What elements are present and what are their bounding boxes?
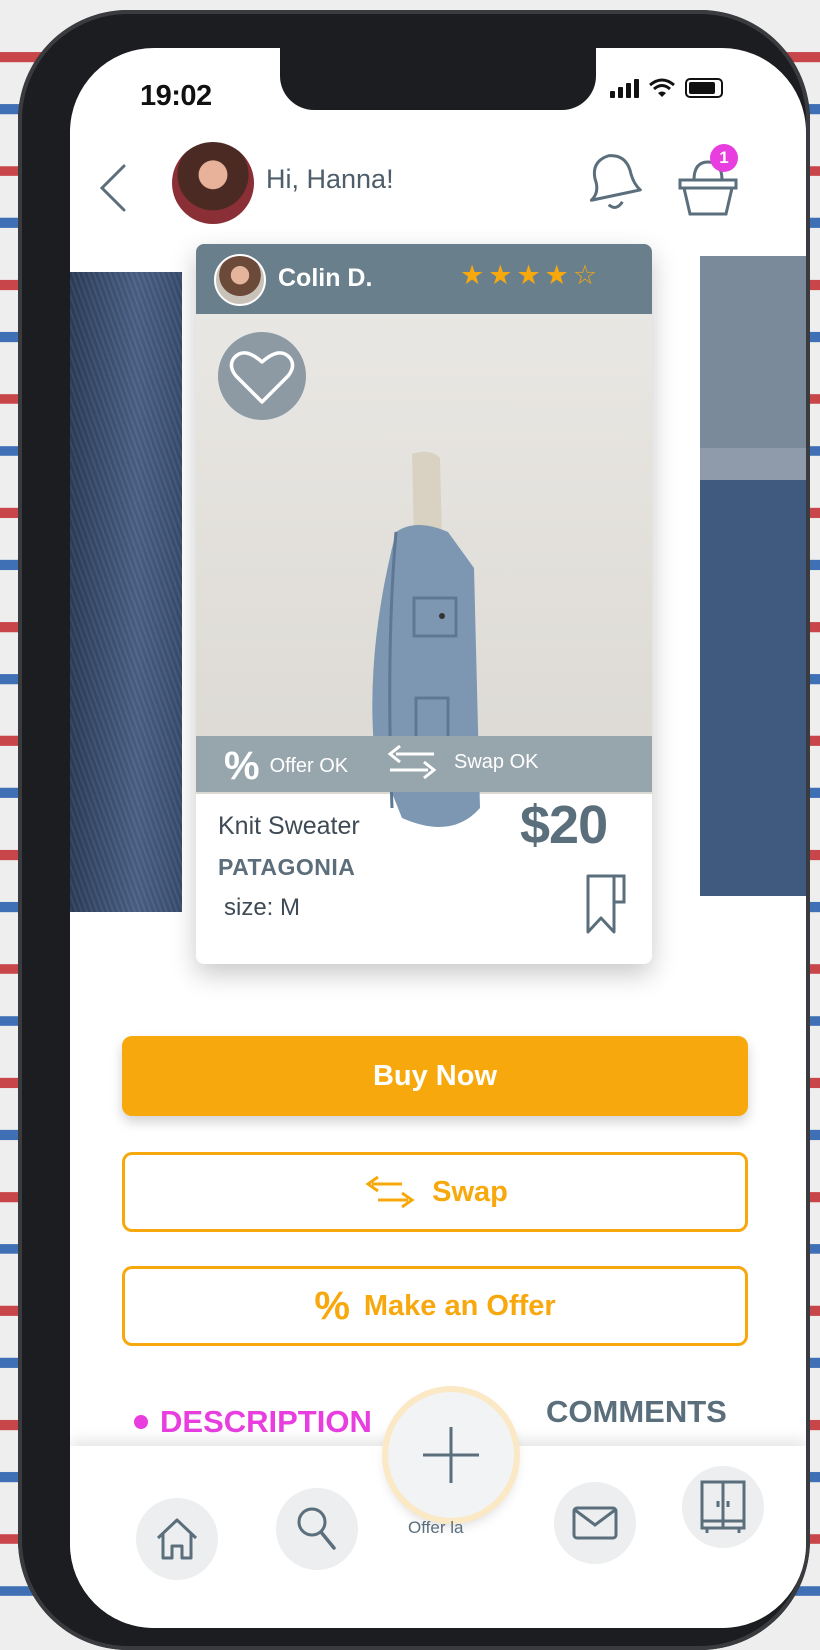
- greeting-text: Hi, Hanna!: [266, 164, 394, 194]
- add-icon: [423, 1427, 479, 1483]
- seller-bar: Colin D. ★ ★ ★ ★ ☆: [196, 244, 652, 314]
- battery-icon: [685, 78, 723, 98]
- app-screen: 19:02 Hi, Hanna! 1 Colin D. ★ ★ ★ ★ ☆ % …: [70, 48, 806, 1628]
- nav-home-button[interactable]: [136, 1498, 218, 1580]
- trade-tags-bar: % Offer OK Swap OK: [196, 736, 652, 792]
- home-icon: [156, 1518, 198, 1560]
- star-filled-icon: ★: [516, 260, 541, 290]
- offer-ok-tag: % Offer OK: [224, 744, 349, 788]
- bookmark-icon[interactable]: [582, 872, 630, 936]
- user-avatar[interactable]: [172, 142, 254, 224]
- star-empty-icon: ☆: [572, 260, 598, 290]
- seller-avatar[interactable]: [214, 254, 266, 306]
- active-tab-dot: [134, 1415, 148, 1429]
- make-offer-button[interactable]: % Make an Offer: [122, 1266, 748, 1346]
- star-filled-icon: ★: [460, 260, 485, 290]
- cart-count-badge: 1: [710, 144, 738, 172]
- product-card[interactable]: Colin D. ★ ★ ★ ★ ☆ % Offer OK Swap OK Kn…: [196, 244, 652, 964]
- item-title: Knit Sweater: [218, 812, 360, 840]
- item-size: size: M: [224, 894, 301, 921]
- percent-icon: %: [314, 1283, 350, 1328]
- item-price: $20: [520, 795, 608, 855]
- bell-icon[interactable]: [578, 146, 642, 218]
- swap-label: Swap: [432, 1175, 508, 1208]
- add-listing-button[interactable]: [388, 1392, 514, 1518]
- seller-name[interactable]: Colin D.: [278, 264, 372, 293]
- nav-search-button[interactable]: [276, 1488, 358, 1570]
- status-icons: [610, 78, 723, 98]
- buy-now-label: Buy Now: [372, 1059, 498, 1092]
- next-item-image[interactable]: [700, 256, 806, 896]
- swap-button[interactable]: Swap: [122, 1152, 748, 1232]
- swap-ok-tag: Swap OK: [386, 742, 538, 782]
- star-filled-icon: ★: [544, 260, 569, 290]
- item-brand: PATAGONIA: [218, 854, 356, 880]
- heart-favorite-icon[interactable]: [218, 332, 306, 420]
- seller-rating: ★ ★ ★ ★ ☆: [460, 260, 597, 290]
- status-time: 19:02: [140, 80, 212, 112]
- fab-caption: Offer la: [408, 1518, 464, 1537]
- closet-icon: [700, 1480, 746, 1533]
- buy-now-button[interactable]: Buy Now: [122, 1036, 748, 1116]
- wifi-icon: [649, 78, 675, 97]
- nav-closet-button[interactable]: [682, 1466, 764, 1548]
- percent-icon: %: [224, 744, 260, 788]
- notch: [280, 48, 596, 110]
- tab-comments[interactable]: COMMENTS: [546, 1394, 727, 1430]
- nav-messages-button[interactable]: [554, 1482, 636, 1564]
- make-offer-label: Make an Offer: [363, 1289, 556, 1322]
- tab-description[interactable]: DESCRIPTION: [134, 1404, 372, 1440]
- swap-arrows-icon: [387, 744, 437, 780]
- star-filled-icon: ★: [488, 260, 513, 290]
- search-icon: [297, 1507, 336, 1550]
- signal-icon: [610, 78, 639, 98]
- previous-item-image[interactable]: [70, 272, 182, 912]
- phone-frame: 19:02 Hi, Hanna! 1 Colin D. ★ ★ ★ ★ ☆ % …: [18, 10, 810, 1650]
- swap-arrows-icon: [365, 1175, 415, 1209]
- back-chevron-icon[interactable]: [92, 158, 136, 218]
- mail-icon: [572, 1506, 618, 1540]
